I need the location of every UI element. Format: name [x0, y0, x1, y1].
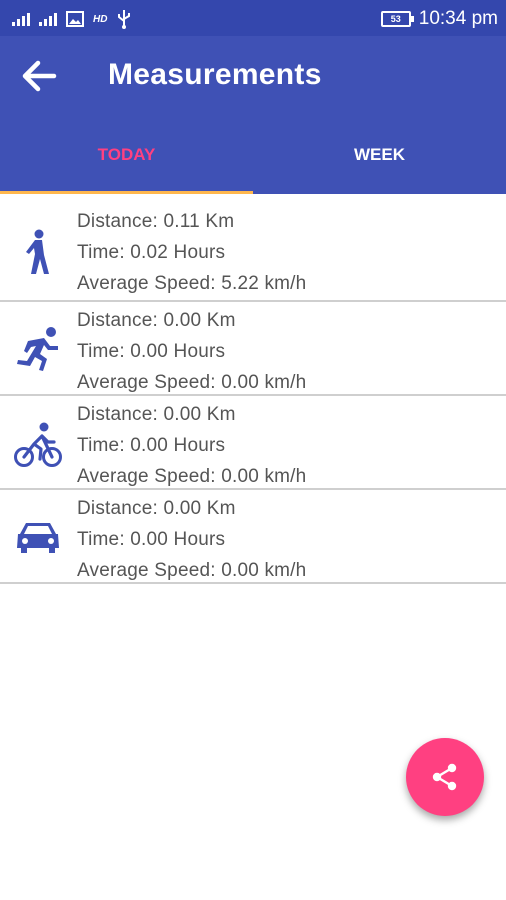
distance-text: Distance: 0.00 Km [77, 404, 236, 425]
status-icons-right: 53 10:34 pm [380, 6, 498, 32]
distance-text: Distance: 0.11 Km [77, 211, 235, 232]
walk-icon [26, 229, 49, 274]
status-icons-left: HD [12, 8, 132, 30]
tab-today[interactable]: TODAY [0, 122, 253, 194]
list-item-bike[interactable]: Distance: 0.00 Km Time: 0.00 Hours Avera… [0, 396, 506, 490]
battery-level: 53 [390, 14, 401, 24]
speed-text: Average Speed: 0.00 km/h [77, 466, 307, 487]
signal-icon [12, 12, 30, 26]
tab-label: WEEK [354, 145, 405, 164]
time-text: Time: 0.02 Hours [77, 242, 226, 263]
usb-icon [118, 10, 131, 29]
tab-bar: TODAY WEEK [0, 122, 506, 194]
status-time: 10:34 pm [418, 8, 498, 29]
distance-text: Distance: 0.00 Km [77, 498, 236, 519]
time-text: Time: 0.00 Hours [77, 341, 226, 362]
speed-text: Average Speed: 0.00 km/h [77, 372, 307, 393]
signal-icon [39, 12, 57, 26]
hd-icon: HD [93, 13, 108, 25]
list-item-run[interactable]: Distance: 0.00 Km Time: 0.00 Hours Avera… [0, 302, 506, 396]
share-icon [432, 763, 457, 791]
image-icon [66, 11, 84, 27]
page-title: Measurements [108, 58, 322, 91]
list-item-walk[interactable]: Distance: 0.11 Km Time: 0.02 Hours Avera… [0, 194, 506, 302]
bike-icon [14, 422, 62, 467]
share-button[interactable] [406, 738, 484, 816]
speed-text: Average Speed: 0.00 km/h [77, 560, 307, 581]
status-bar: HD 53 10:34 pm [0, 0, 506, 36]
tab-week[interactable]: WEEK [253, 122, 506, 194]
app-bar: Measurements [0, 36, 506, 122]
list-item-car[interactable]: Distance: 0.00 Km Time: 0.00 Hours Avera… [0, 490, 506, 584]
measurement-list: Distance: 0.11 Km Time: 0.02 Hours Avera… [0, 194, 506, 584]
back-button[interactable] [18, 54, 62, 98]
distance-text: Distance: 0.00 Km [77, 310, 236, 331]
run-icon [17, 327, 58, 371]
time-text: Time: 0.00 Hours [77, 529, 226, 550]
car-icon [17, 523, 59, 553]
speed-text: Average Speed: 5.22 km/h [77, 273, 307, 294]
tab-label: TODAY [97, 145, 156, 164]
arrow-back-icon [22, 60, 57, 92]
time-text: Time: 0.00 Hours [77, 435, 226, 456]
battery-icon: 53 [380, 11, 414, 27]
